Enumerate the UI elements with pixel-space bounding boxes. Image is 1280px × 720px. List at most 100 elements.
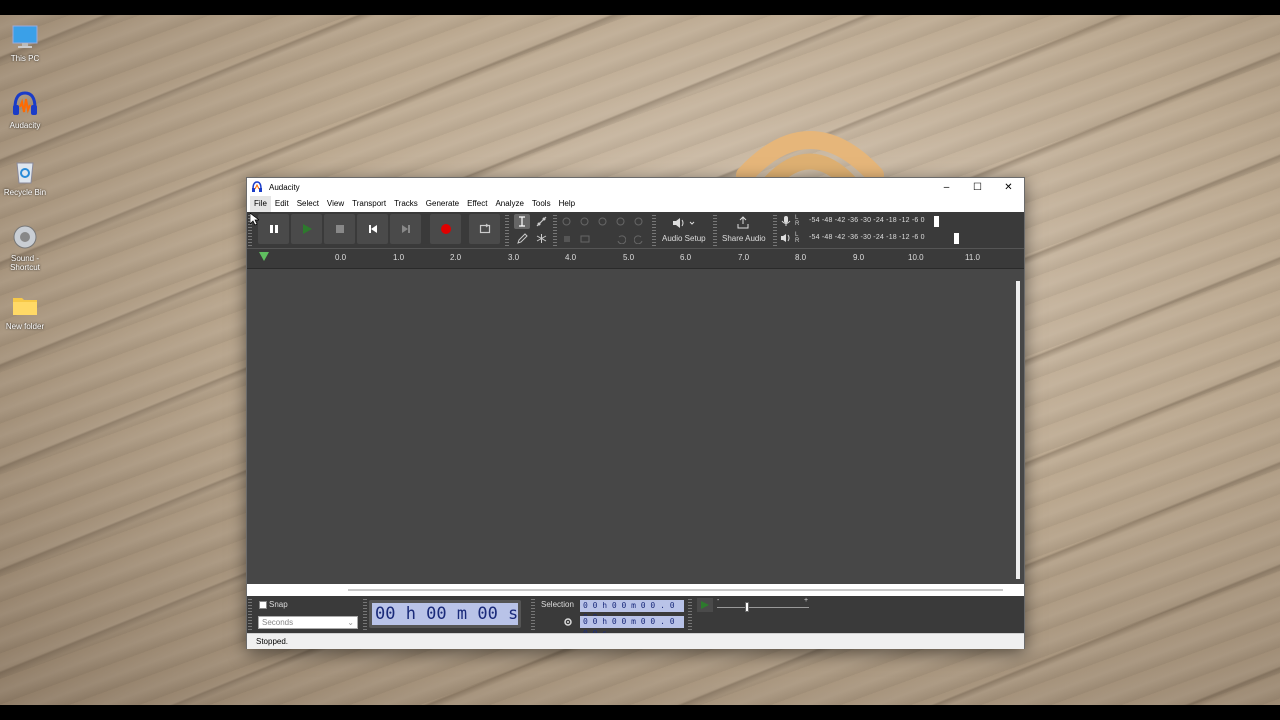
audio-setup-label: Audio Setup [662,234,706,243]
desktop-icon-audacity[interactable]: Audacity [0,90,50,130]
gear-icon[interactable] [563,617,573,627]
playback-meter[interactable]: LR -54 -48 -42 -36 -30 -24 -18 -12 -6 0 [795,232,959,245]
toolbar-grip[interactable] [652,214,656,246]
menu-select[interactable]: Select [293,196,323,212]
recording-meter[interactable]: LR -54 -48 -42 -36 -30 -24 -18 -12 -6 0 [795,215,940,228]
maximize-button[interactable]: ☐ [962,178,993,196]
record-button[interactable] [430,214,461,244]
i-beam-icon [519,216,525,227]
folder-icon [13,298,37,315]
timeline-ruler[interactable]: 0.0 1.0 2.0 3.0 4.0 5.0 6.0 7.0 8.0 9.0 … [247,248,1024,268]
desktop-icon-label: Audacity [9,121,41,130]
toolbar-grip[interactable] [773,214,777,246]
horizontal-scrollbar[interactable] [247,584,1024,596]
ruler-tick: 10.0 [908,253,924,262]
menu-edit[interactable]: Edit [271,196,293,212]
scrollbar-thumb[interactable] [348,589,1003,591]
multi-tool-button[interactable] [533,231,549,246]
meter-level-slider[interactable] [954,233,959,244]
desktop-icon-this-pc[interactable]: This PC [0,23,50,63]
silence-icon [580,235,590,242]
envelope-tool-button[interactable] [533,214,549,229]
zoom-in-button[interactable] [559,214,575,229]
speaker-icon [673,218,695,228]
menu-tools[interactable]: Tools [528,196,555,212]
time-display-value: 00 h 00 m 00 s [372,603,518,625]
toolbar-grip[interactable] [531,598,535,630]
trim-button[interactable] [559,231,575,246]
loop-button[interactable] [469,214,500,244]
speed-slider-thumb[interactable] [745,602,749,612]
audacity-icon [252,181,262,192]
menu-tracks[interactable]: Tracks [390,196,422,212]
zoom-toggle-button[interactable] [631,214,647,229]
menu-view[interactable]: View [323,196,348,212]
play-at-speed-button[interactable] [697,598,713,612]
snap-checkbox[interactable] [259,601,267,609]
track-area[interactable] [247,268,1024,584]
speed-slider-track[interactable] [717,607,809,608]
microphone-icon[interactable] [781,215,791,227]
pause-button[interactable] [258,214,289,244]
undo-icon [617,234,626,244]
ruler-tick: 9.0 [853,253,865,262]
redo-button[interactable] [631,231,647,246]
silence-button[interactable] [577,231,593,246]
play-button[interactable] [291,214,322,244]
toolbar-grip[interactable] [713,214,717,246]
snap-unit-dropdown[interactable]: Seconds ⌄ [258,616,358,629]
menu-effect[interactable]: Effect [463,196,491,212]
desktop-icon-sound-shortcut[interactable]: Sound - Shortcut [0,223,50,272]
snap-unit-value: Seconds [262,618,294,627]
time-display[interactable]: 00 h 00 m 00 s [369,600,521,628]
desktop-icon-recycle-bin[interactable]: Recycle Bin [0,157,50,197]
selection-end-field[interactable]: 0 0 h 0 0 m 0 0 . 0 0 0 s [580,616,684,638]
recycle-bin-icon [16,162,34,184]
toolbar-grip[interactable] [363,598,367,630]
menu-help[interactable]: Help [555,196,579,212]
audio-setup-button[interactable]: Audio Setup [658,214,710,244]
ruler-tick: 11.0 [965,253,980,262]
fit-project-button[interactable] [613,214,629,229]
trim-icon [564,235,570,242]
draw-tool-button[interactable] [514,231,530,246]
skip-to-end-button[interactable] [390,214,421,244]
menu-analyze[interactable]: Analyze [491,196,527,212]
share-audio-button[interactable]: Share Audio [719,214,769,244]
close-button[interactable]: ✕ [993,178,1024,196]
zoom-out-button[interactable] [577,214,593,229]
title-bar[interactable]: Audacity – ☐ ✕ [247,178,1024,196]
ruler-tick: 7.0 [738,253,750,262]
ruler-tick: 3.0 [508,253,520,262]
menu-transport[interactable]: Transport [348,196,390,212]
meter-level-slider[interactable] [934,216,939,227]
skip-to-start-button[interactable] [357,214,388,244]
zoom-out-icon [580,217,589,225]
toolbar-grip[interactable] [553,214,557,246]
status-bar: Stopped. [247,633,1024,649]
menu-generate[interactable]: Generate [422,196,463,212]
selection-start-field[interactable]: 0 0 h 0 0 m 0 0 . 0 0 0 s [580,600,684,622]
minimize-button[interactable]: – [931,178,962,196]
record-icon [440,224,451,234]
fit-selection-button[interactable] [595,214,611,229]
snap-label: Snap [269,600,288,609]
play-icon [302,224,312,234]
vertical-scrollbar[interactable] [1016,281,1020,579]
stop-button[interactable] [324,214,355,244]
speed-plus-label: + [804,597,809,604]
zoom-sel-icon [598,217,607,225]
menu-file[interactable]: File [250,196,271,212]
toolbar-grip[interactable] [248,598,252,630]
desktop-icon-label: Recycle Bin [3,188,47,197]
chevron-down-icon: ⌄ [347,618,354,627]
play-head-icon[interactable] [259,252,270,262]
bottom-toolbar: Snap Seconds ⌄ 00 h 00 m 00 s Selection … [247,596,1024,638]
toolbar-grip[interactable] [688,598,692,630]
undo-button[interactable] [613,231,629,246]
play-icon [701,601,709,609]
toolbar-grip[interactable] [505,214,509,246]
desktop-icon-new-folder[interactable]: New folder [0,291,50,331]
selection-tool-button[interactable] [514,214,530,229]
playback-speaker-icon[interactable] [780,233,792,243]
